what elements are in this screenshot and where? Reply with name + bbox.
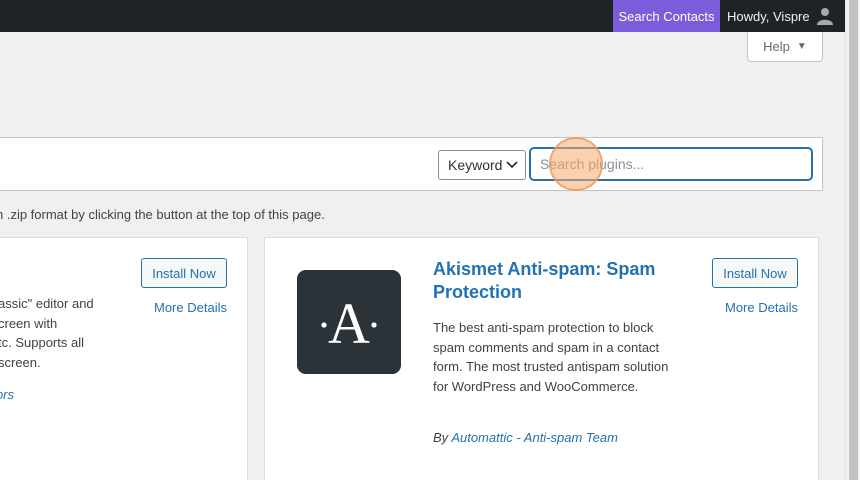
plugin-author: By Automattic - Anti-spam Team [433,430,618,445]
chevron-down-icon [506,161,518,169]
scrollbar-thumb[interactable] [849,0,858,480]
help-button[interactable]: Help ▼ [747,32,823,62]
upload-instructions: n .zip format by clicking the button at … [0,207,325,222]
howdy-user-menu[interactable]: Howdy, Vispre [727,0,810,32]
caret-down-icon: ▼ [796,41,807,52]
plugin-description: assic" editor and creen with tc. Support… [0,296,94,371]
plugin-author-link[interactable]: ors [0,387,14,402]
svg-text:A: A [328,291,370,356]
search-contacts-button[interactable]: Search Contacts [613,0,720,32]
plugin-author-link[interactable]: Automattic - Anti-spam Team [451,430,618,445]
plugin-description: The best anti-spam protection to block s… [433,320,669,394]
plugin-title-link[interactable]: Akismet Anti-spam: Spam Protection [433,258,673,304]
akismet-logo-icon[interactable]: A [297,270,401,374]
more-details-link[interactable]: More Details [725,300,798,315]
search-type-select[interactable]: Keyword [438,150,526,180]
install-now-button[interactable]: Install Now [141,258,227,288]
search-type-value: Keyword [448,157,503,173]
more-details-link[interactable]: More Details [154,300,227,315]
help-label: Help [763,39,790,54]
install-now-button[interactable]: Install Now [712,258,798,288]
search-plugins-input[interactable] [530,148,812,180]
page-scrollbar[interactable] [845,0,860,480]
user-avatar-icon[interactable] [816,7,834,25]
